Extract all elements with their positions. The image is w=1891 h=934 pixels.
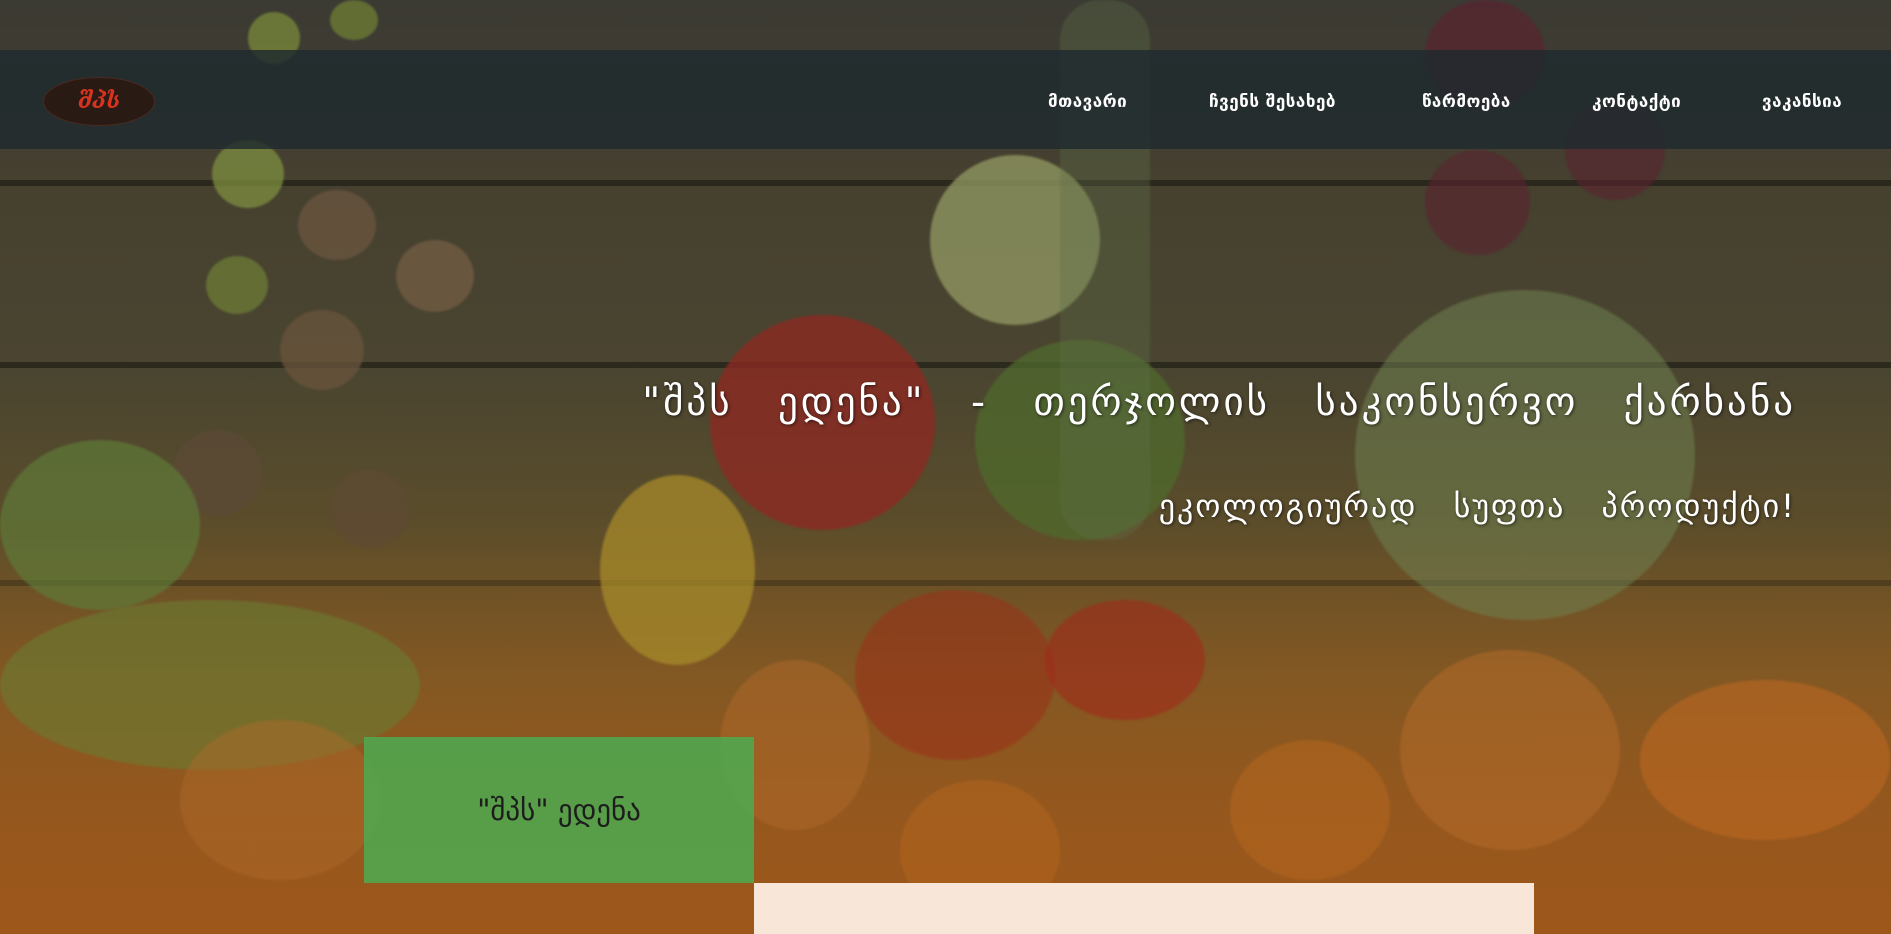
nav-item-contact[interactable]: კონტაქტი (1592, 90, 1681, 114)
logo-text: შპს (77, 88, 121, 114)
nav-item-about[interactable]: ჩვენს შესახებ (1209, 90, 1336, 114)
lettuce-image (0, 440, 200, 610)
mushroom-image (330, 470, 410, 548)
company-tab[interactable]: "შპს" ედენა (364, 737, 754, 883)
content-panel (754, 883, 1534, 934)
red-onion-image (1425, 150, 1530, 255)
mushroom-image (298, 190, 376, 260)
red-pepper-image (1045, 600, 1205, 720)
mushroom-image (396, 240, 474, 312)
company-tab-label: "შპს" ედენა (477, 793, 641, 827)
hero-subtitle: ეკოლოგიურად სუფთა პროდუქტი! (1158, 487, 1796, 525)
company-logo[interactable]: შპს (43, 77, 155, 126)
mushroom-image (280, 310, 364, 390)
potato-image (1230, 740, 1390, 880)
nav-item-production[interactable]: წარმოება (1422, 90, 1511, 114)
nav-item-home[interactable]: მთავარი (1048, 90, 1127, 114)
carrot-image (1640, 680, 1890, 840)
yellow-pepper-image (600, 475, 755, 665)
hero-title: "შპს ედენა" - თერჯოლის საკონსერვო ქარხან… (642, 380, 1796, 425)
brussels-sprout-image (206, 256, 268, 314)
brussels-sprout-image (330, 0, 378, 40)
potato-image (180, 720, 380, 880)
nav-item-vacancy[interactable]: ვაკანსია (1762, 90, 1842, 114)
chili-pepper-image (855, 590, 1055, 760)
brussels-sprout-image (212, 140, 284, 208)
onion-image (1400, 650, 1620, 850)
cabbage-image (1355, 290, 1695, 620)
